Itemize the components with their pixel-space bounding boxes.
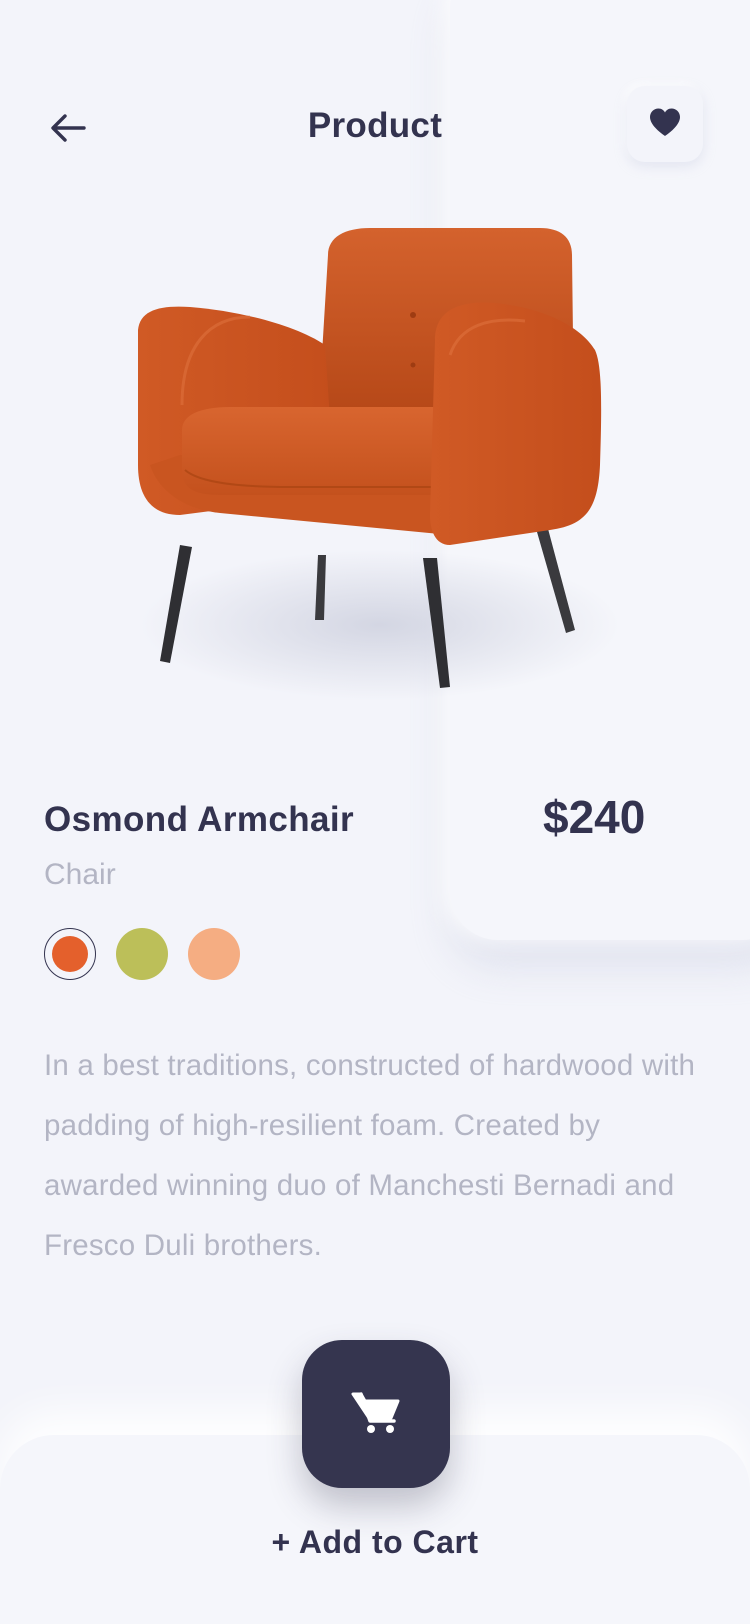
- favorite-button[interactable]: [627, 86, 703, 162]
- color-dot: [116, 928, 168, 980]
- header: Product: [0, 80, 750, 176]
- color-dot: [52, 936, 88, 972]
- product-description: In a best traditions, constructed of har…: [44, 1049, 696, 1262]
- heart-icon: [648, 107, 682, 142]
- color-swatches: [44, 928, 240, 980]
- color-swatch-orange[interactable]: [44, 928, 96, 980]
- cart-button[interactable]: [302, 1340, 450, 1488]
- product-price: $240: [543, 791, 646, 843]
- color-dot: [188, 928, 240, 980]
- shopping-cart-icon: [350, 1389, 402, 1440]
- color-swatch-olive[interactable]: [116, 928, 168, 980]
- color-swatch-peach[interactable]: [188, 928, 240, 980]
- product-name: Osmond Armchair: [44, 800, 355, 839]
- orange-armchair-image: [130, 225, 630, 725]
- product-category: Chair: [44, 858, 116, 891]
- add-to-cart-label[interactable]: + Add to Cart: [0, 1524, 750, 1561]
- product-screen: Product Osmond Armchair Chair $240 In a …: [0, 0, 750, 1624]
